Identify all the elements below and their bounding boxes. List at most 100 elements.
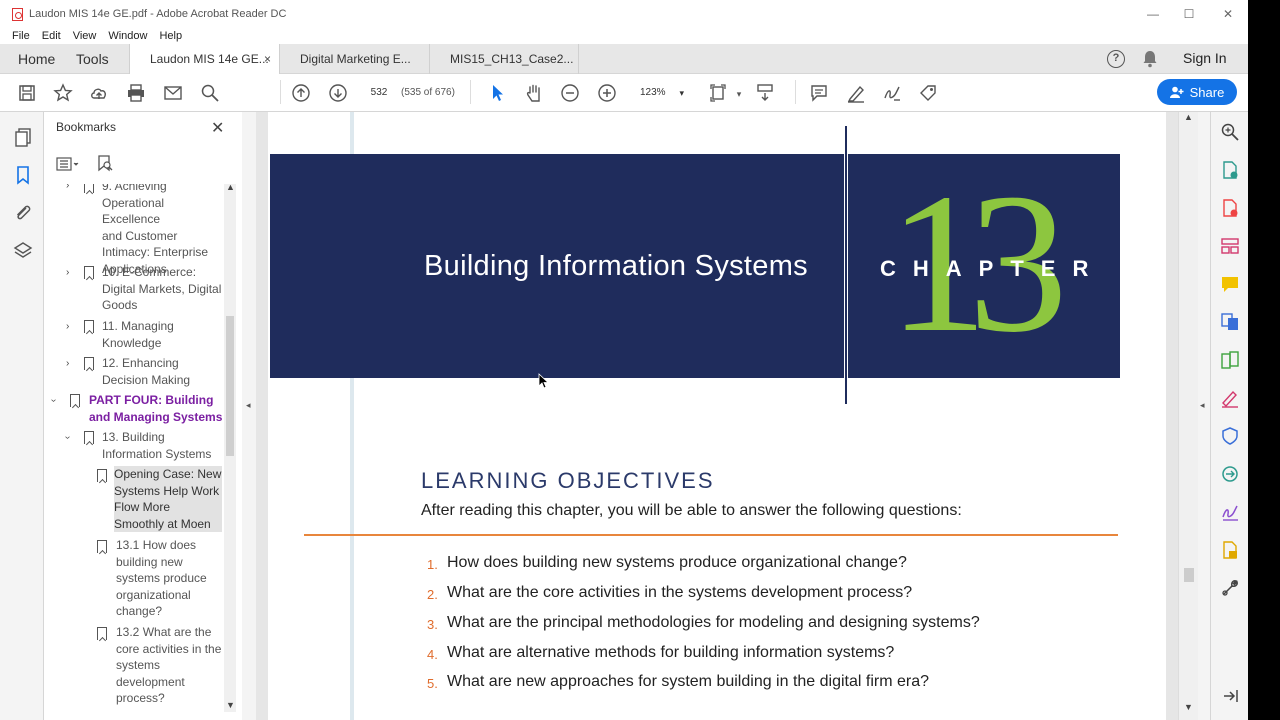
create-pdf-icon[interactable] — [1220, 198, 1240, 218]
close-window-button[interactable]: ✕ — [1208, 0, 1248, 28]
share-button[interactable]: Share — [1157, 79, 1237, 105]
bookmark-chapter-13[interactable]: 13. Building Information Systems — [102, 429, 211, 462]
page-number-input[interactable]: 532 — [364, 83, 394, 103]
scroll-down-icon[interactable]: ▼ — [226, 700, 235, 710]
collapse-tools-pane-handle-icon[interactable]: ◂ — [1200, 400, 1205, 411]
bookmark-part-four[interactable]: PART FOUR: Building and Managing Systems — [89, 392, 222, 425]
bookmark-opening-case[interactable]: Opening Case: New Systems Help Work Flow… — [114, 466, 222, 533]
close-icon[interactable]: ✕ — [211, 118, 224, 138]
document-scrollbar[interactable]: ▲ ▼ — [1178, 112, 1198, 720]
export-pdf-icon[interactable] — [1220, 160, 1240, 180]
compare-files-icon[interactable] — [1220, 350, 1240, 370]
combine-files-icon[interactable] — [1220, 312, 1240, 332]
bookmark-section-13-2[interactable]: 13.2 What are the core activities in the… — [116, 624, 221, 707]
expand-arrow-icon[interactable]: › — [66, 267, 69, 278]
minimize-button[interactable]: — — [1133, 0, 1173, 28]
collapse-arrow-icon[interactable]: › — [48, 399, 59, 402]
chevron-down-icon[interactable]: ▾ — [728, 83, 750, 105]
objective-text: What are the core activities in the syst… — [447, 584, 913, 601]
more-tools-wrench-icon[interactable] — [1220, 578, 1240, 598]
expand-pane-icon[interactable] — [1220, 686, 1240, 706]
highlight-pen-icon[interactable] — [845, 82, 867, 104]
tab-home[interactable]: Home — [18, 44, 55, 74]
next-page-icon[interactable] — [327, 82, 349, 104]
save-icon[interactable] — [16, 82, 38, 104]
sign-in-link[interactable]: Sign In — [1183, 50, 1227, 66]
collapse-panel-handle-icon[interactable]: ◂ — [246, 400, 251, 411]
new-bookmark-icon[interactable] — [96, 154, 114, 172]
page-fit-icon[interactable] — [707, 82, 729, 104]
organize-pages-icon[interactable] — [1220, 236, 1240, 256]
bookmark-icon — [97, 540, 107, 553]
layers-icon[interactable] — [12, 240, 34, 262]
stamp-icon[interactable] — [1220, 540, 1240, 560]
scrolling-mode-icon[interactable] — [754, 82, 776, 104]
tab-document-mis15[interactable]: MIS15_CH13_Case2... — [429, 44, 579, 74]
scroll-up-icon[interactable]: ▲ — [226, 182, 235, 192]
fill-and-sign-icon[interactable] — [1220, 388, 1240, 408]
tab-document-laudon[interactable]: Laudon MIS 14e GE... × — [129, 44, 279, 75]
expand-arrow-icon[interactable]: › — [66, 321, 69, 332]
bookmark-icon — [84, 184, 94, 193]
chapter-title: Building Information Systems — [424, 250, 808, 282]
bookmark-chapter-11[interactable]: 11. Managing Knowledge — [102, 318, 174, 351]
cloud-upload-icon[interactable] — [88, 82, 110, 104]
email-icon[interactable] — [162, 82, 184, 104]
menu-edit[interactable]: Edit — [42, 30, 61, 42]
scroll-down-icon[interactable]: ▼ — [1184, 702, 1193, 712]
bookmarks-scrollbar[interactable]: ▲ ▼ — [224, 182, 236, 712]
expand-arrow-icon[interactable]: › — [66, 358, 69, 369]
maximize-button[interactable]: ☐ — [1169, 0, 1209, 28]
toolbar-divider — [795, 80, 796, 104]
print-icon[interactable] — [125, 82, 147, 104]
tab-document-digital-marketing[interactable]: Digital Marketing E... — [279, 44, 429, 74]
select-tool-icon[interactable] — [486, 82, 508, 104]
expand-arrow-icon[interactable]: › — [66, 184, 69, 191]
draw-sign-icon[interactable] — [881, 82, 903, 104]
zoom-select[interactable]: 123% — [632, 83, 692, 103]
send-for-signature-icon[interactable] — [1220, 502, 1240, 522]
previous-page-icon[interactable] — [290, 82, 312, 104]
search-zoom-icon[interactable] — [1220, 122, 1240, 142]
help-icon[interactable]: ? — [1107, 50, 1125, 68]
scroll-up-icon[interactable]: ▲ — [1184, 112, 1193, 122]
search-icon[interactable] — [199, 82, 221, 104]
tab-label: Digital Marketing E... — [300, 52, 411, 66]
hand-tool-icon[interactable] — [523, 82, 545, 104]
bookmarks-scroll-thumb[interactable] — [226, 316, 234, 456]
objective-text: What are new approaches for system build… — [447, 673, 930, 690]
document-scroll-thumb[interactable] — [1184, 568, 1194, 582]
bookmark-options-menu-icon[interactable] — [56, 156, 80, 172]
document-view[interactable]: Building Information Systems 13 CHAPTER … — [256, 112, 1178, 720]
main-toolbar — [0, 74, 1248, 112]
comment-tool-icon[interactable] — [1220, 274, 1240, 294]
objective-number: 1. — [427, 557, 438, 572]
menu-help[interactable]: Help — [159, 30, 182, 42]
stamp-tag-icon[interactable] — [917, 82, 939, 104]
zoom-in-icon[interactable] — [596, 82, 618, 104]
menu-view[interactable]: View — [73, 30, 97, 42]
objective-number: 2. — [427, 587, 438, 602]
orange-divider — [304, 534, 1118, 536]
zoom-out-icon[interactable] — [559, 82, 581, 104]
attachment-paperclip-icon[interactable] — [12, 202, 34, 224]
bookmark-panel-icon[interactable] — [12, 164, 34, 186]
send-for-review-icon[interactable] — [1220, 464, 1240, 484]
bookmark-chapter-12[interactable]: 12. Enhancing Decision Making — [102, 355, 190, 388]
page-count-label: (535 of 676) — [401, 87, 455, 98]
bookmark-chapter-10[interactable]: 10. E-Commerce: Digital Markets, Digital… — [102, 264, 221, 314]
notifications-bell-icon[interactable] — [1142, 50, 1158, 68]
close-tab-icon[interactable]: × — [264, 44, 271, 74]
bookmark-section-13-1[interactable]: 13.1 How does building new systems produ… — [116, 537, 207, 620]
bookmark-tree: › 9. Achieving Operational Excellence an… — [44, 184, 224, 720]
tab-tools[interactable]: Tools — [76, 44, 109, 74]
tools-pane — [1210, 112, 1248, 720]
star-icon[interactable] — [52, 82, 74, 104]
bookmark-icon — [97, 627, 107, 640]
collapse-arrow-icon[interactable]: › — [62, 436, 73, 439]
protect-shield-icon[interactable] — [1220, 426, 1240, 446]
menu-file[interactable]: File — [12, 30, 30, 42]
comment-icon[interactable] — [808, 82, 830, 104]
menu-window[interactable]: Window — [108, 30, 147, 42]
page-thumbnails-icon[interactable] — [12, 126, 34, 148]
